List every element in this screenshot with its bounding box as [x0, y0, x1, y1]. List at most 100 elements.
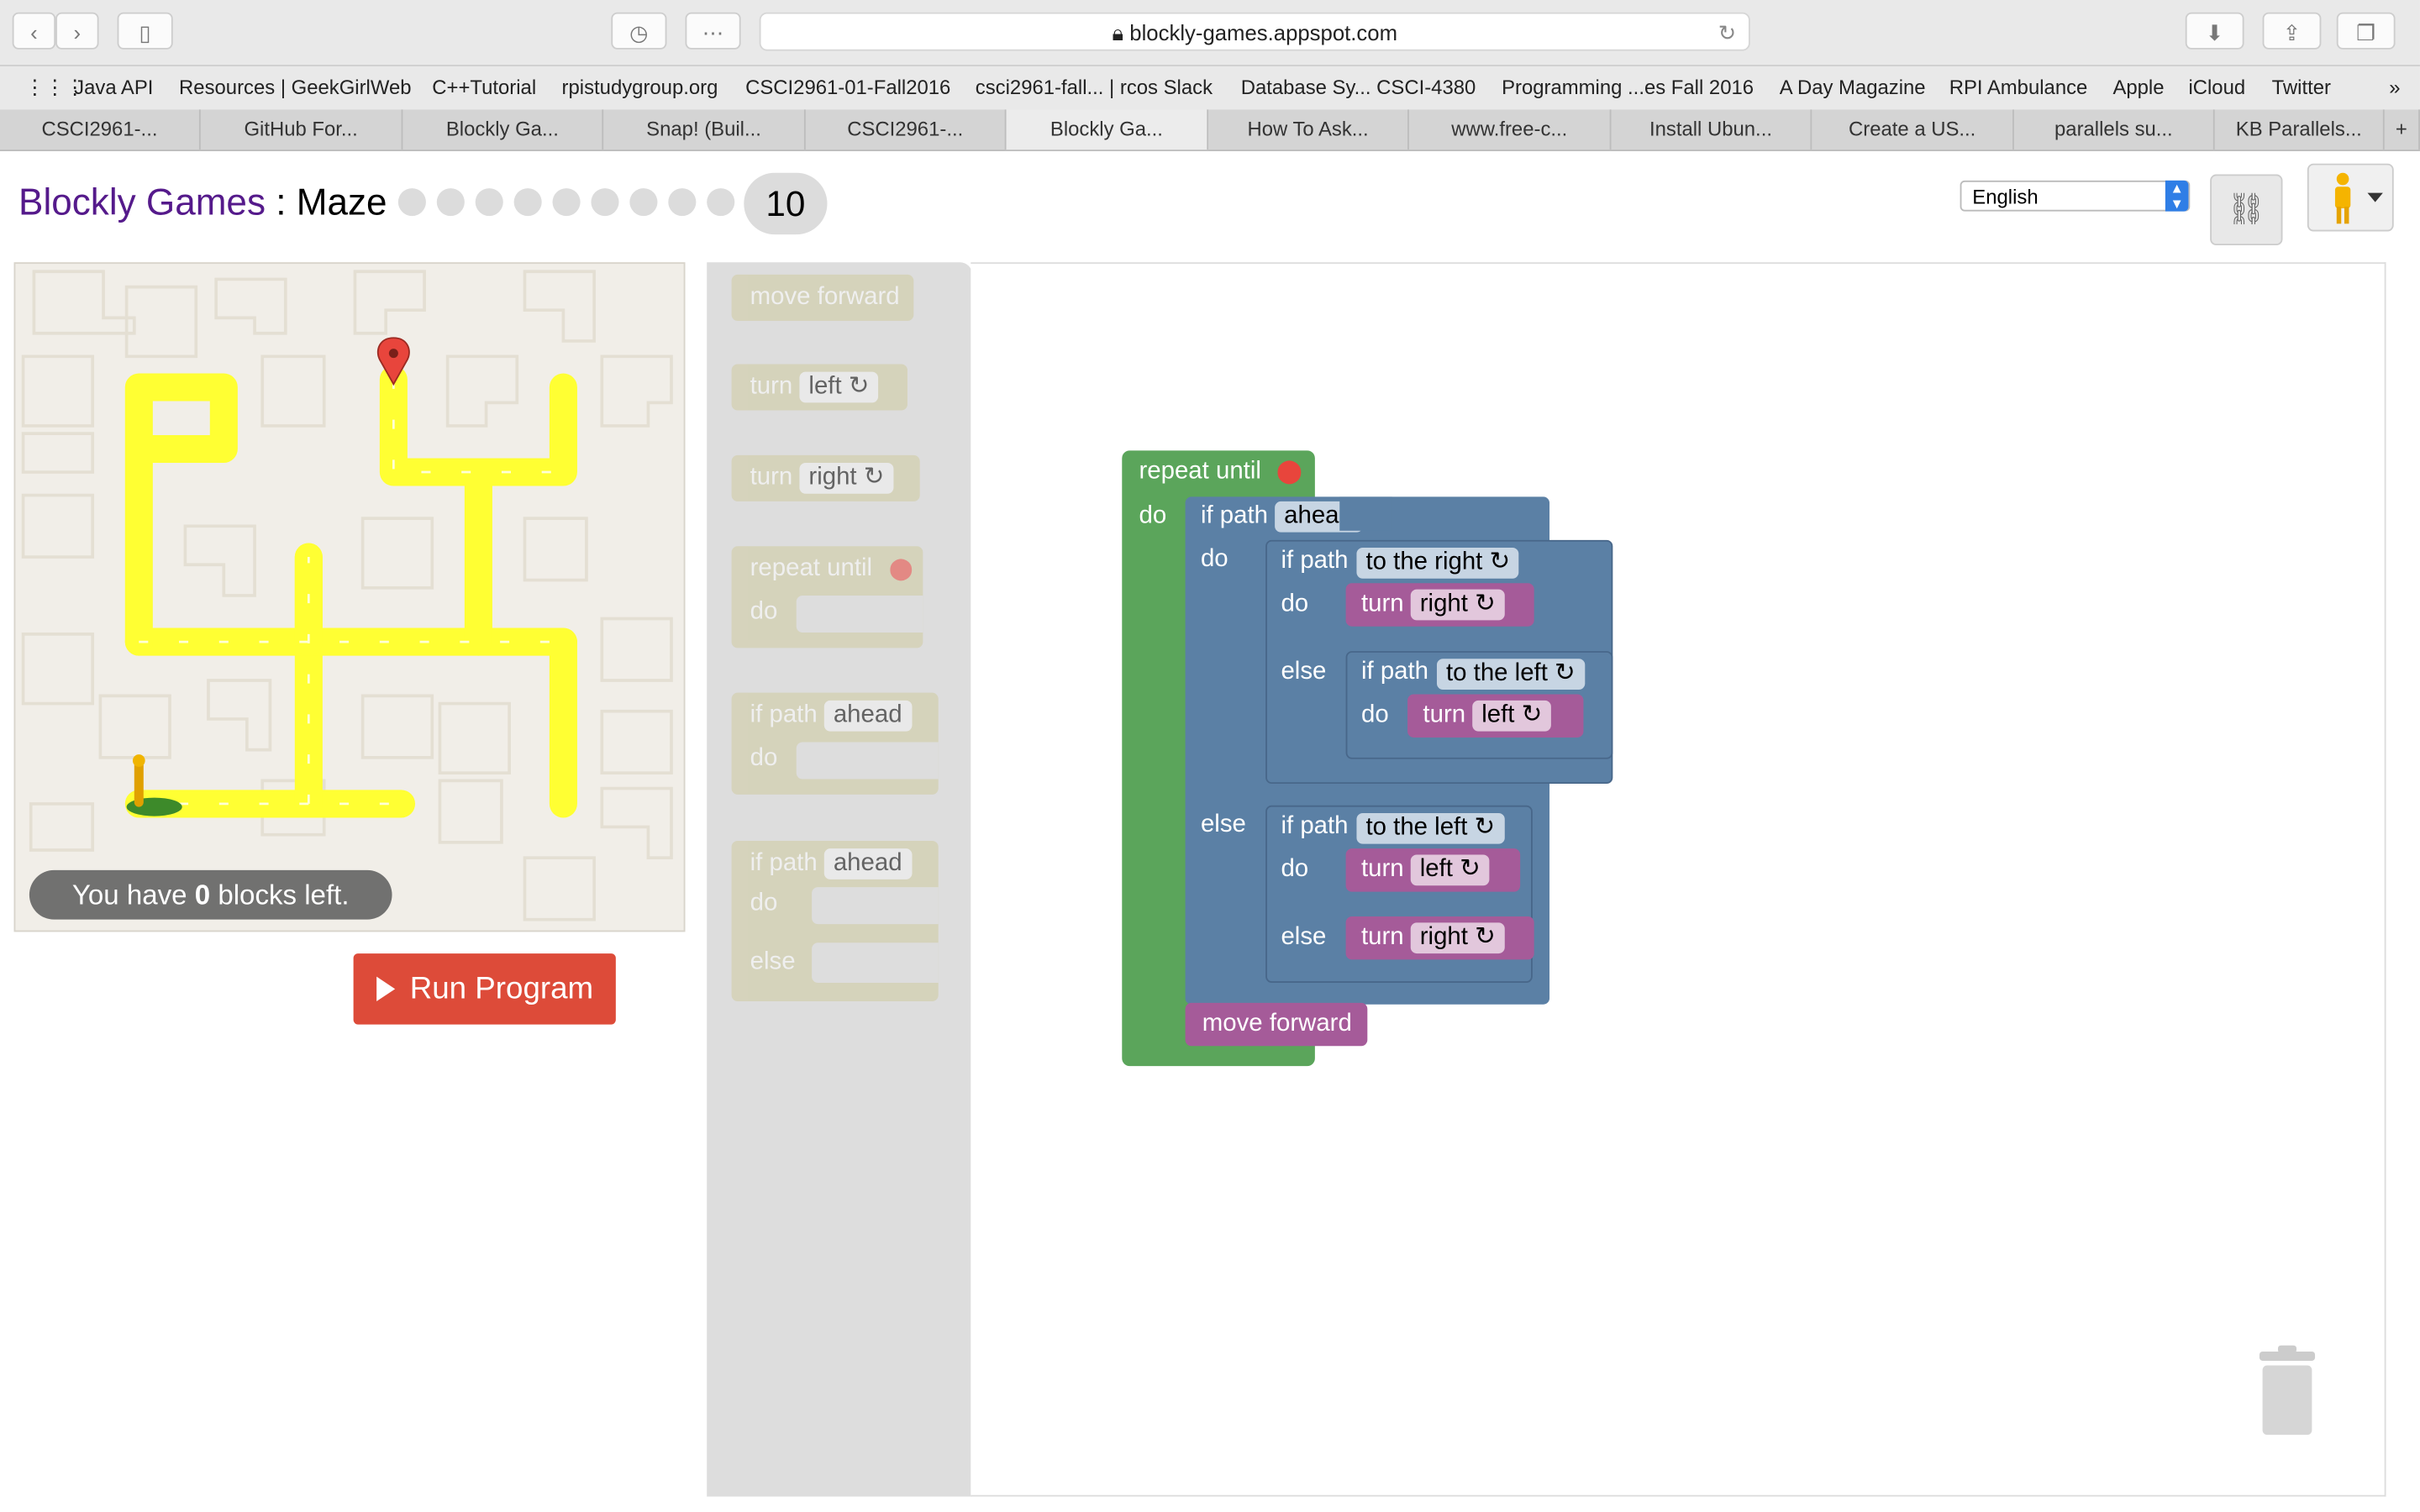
level-dot[interactable] — [552, 188, 581, 217]
bookmark[interactable]: Java API — [74, 76, 153, 99]
path-dropdown[interactable]: to the right ↻ — [1356, 548, 1520, 579]
bookmark[interactable]: RPI Ambulance — [1949, 76, 2088, 99]
block-label: turn — [1360, 591, 1404, 617]
turn-left-block[interactable]: turn left ↻ — [1345, 848, 1521, 892]
browser-tab[interactable]: parallels su... — [2014, 109, 2215, 150]
move-forward-block[interactable]: move forward — [1185, 1002, 1368, 1047]
tab-bar: CSCI2961-... GitHub For... Blockly Ga...… — [0, 109, 2420, 151]
browser-tab[interactable]: How To Ask... — [1208, 109, 1409, 150]
direction-dropdown[interactable]: right ↻ — [1410, 922, 1505, 954]
goal-marker-icon: ⬤ — [1276, 458, 1302, 485]
level-dot[interactable] — [707, 188, 735, 217]
share-icon[interactable]: ⇪ — [2262, 12, 2322, 50]
address-bar[interactable]: 🔒︎ blockly-games.appspot.com ↻ — [759, 12, 1750, 51]
block-label: do — [1360, 701, 1389, 728]
level-dot[interactable] — [591, 188, 619, 217]
browser-tab[interactable]: GitHub For... — [201, 109, 403, 150]
block-label: else — [1200, 811, 1246, 838]
level-dot[interactable] — [629, 188, 658, 217]
browser-tab[interactable]: CSCI2961-... — [0, 109, 201, 150]
bookmark[interactable]: rpistudygroup.org — [562, 76, 718, 99]
brand-link[interactable]: Blockly Games — [18, 182, 266, 224]
history-icon[interactable]: ◷ — [611, 12, 667, 50]
block-label: turn — [1423, 701, 1466, 728]
level-dot[interactable] — [475, 188, 503, 217]
bookmark[interactable]: iCloud — [2188, 76, 2245, 99]
path-dropdown[interactable]: ahead — [823, 700, 912, 732]
block-label: if path — [750, 850, 818, 877]
path-dropdown[interactable]: to the left ↻ — [1436, 659, 1585, 690]
block-header-fill — [1339, 496, 1392, 531]
bookmark[interactable]: csci2961-fall... | rcos Slack — [976, 76, 1213, 99]
turn-left-block[interactable]: turn left ↻ — [1407, 694, 1584, 738]
bookmark[interactable]: C++Tutorial — [432, 76, 536, 99]
run-program-button[interactable]: Run Program — [353, 953, 616, 1025]
game-name: Maze — [296, 181, 387, 224]
bookmark[interactable]: Twitter — [2272, 76, 2331, 99]
new-tab-button[interactable]: + — [2385, 109, 2420, 150]
block-label: do — [1139, 502, 1167, 529]
link-button[interactable]: ⛓ — [2210, 174, 2283, 246]
language-value: English — [1972, 185, 2039, 208]
bookmark[interactable]: A Day Magazine — [1780, 76, 1926, 99]
browser-tab-active[interactable]: Blockly Ga... — [1006, 109, 1209, 150]
pegman-icon — [2334, 172, 2383, 224]
sidebar-toggle-button[interactable]: ▯ — [117, 12, 173, 50]
toolbox-turn-right-block[interactable]: turn right ↻ — [731, 454, 920, 501]
trash-can-icon[interactable] — [2254, 1345, 2322, 1438]
browser-tab[interactable]: Snap! (Buil... — [603, 109, 806, 150]
bookmark[interactable]: Apple — [2112, 76, 2164, 99]
browser-tab[interactable]: Blockly Ga... — [402, 109, 604, 150]
level-dot[interactable] — [397, 188, 426, 217]
statement-slot — [796, 742, 939, 780]
pegman-start-icon — [126, 754, 182, 816]
reload-icon[interactable]: ↻ — [1718, 14, 1737, 51]
browser-tab[interactable]: CSCI2961-... — [806, 109, 1007, 150]
bookmark[interactable]: Resources | GeekGirlWeb — [179, 76, 411, 99]
toolbox-repeat-until-block[interactable]: repeat until ⬤ do — [731, 546, 923, 648]
tabs-overview-icon[interactable]: ❐ — [2336, 12, 2396, 50]
block-label: do — [1281, 856, 1309, 883]
bookmark[interactable]: CSCI2961-01-Fall2016 — [745, 76, 950, 99]
back-button[interactable]: ‹ — [12, 12, 56, 50]
forward-button[interactable]: › — [55, 12, 99, 50]
direction-dropdown[interactable]: left ↻ — [799, 371, 879, 403]
browser-tab[interactable]: KB Parallels... — [2215, 109, 2385, 150]
toolbox-if-path-block[interactable]: if path ahead do — [731, 692, 939, 795]
language-select[interactable]: English ▲ ▼ — [1960, 180, 2191, 212]
level-dot[interactable] — [436, 188, 465, 217]
level-dot[interactable] — [513, 188, 542, 217]
goal-marker-icon: ⬤ — [888, 555, 913, 580]
direction-dropdown[interactable]: right ↻ — [1410, 589, 1505, 621]
bookmark[interactable]: Programming ...es Fall 2016 — [1502, 76, 1754, 99]
statement-slot — [812, 942, 939, 983]
toolbox-if-else-path-block[interactable]: if path ahead do else — [731, 841, 939, 1002]
turn-right-block[interactable]: turn right ↻ — [1345, 916, 1534, 960]
toolbox-turn-left-block[interactable]: turn left ↻ — [731, 364, 908, 411]
toolbox-move-forward-block[interactable]: move forward — [731, 274, 914, 322]
statement-slot — [796, 595, 923, 633]
browser-tab[interactable]: Install Ubun... — [1612, 109, 1812, 150]
browser-toolbar: ‹ › ▯ ◷ ⋯ 🔒︎ blockly-games.appspot.com ↻ … — [0, 0, 2420, 66]
direction-dropdown[interactable]: left ↻ — [1472, 700, 1552, 732]
grid-icon[interactable]: ⋯ — [685, 12, 741, 50]
block-label: if path — [750, 701, 818, 728]
direction-dropdown[interactable]: left ↻ — [1410, 854, 1490, 886]
notice-suffix: blocks left. — [210, 879, 350, 911]
blocks-left-count: 0 — [194, 879, 211, 911]
notice-prefix: You have — [71, 879, 195, 911]
level-dot[interactable] — [668, 188, 697, 217]
current-level-badge[interactable]: 10 — [744, 172, 828, 235]
turn-right-block[interactable]: turn right ↻ — [1345, 583, 1534, 627]
block-label: turn — [1360, 856, 1404, 883]
direction-dropdown[interactable]: right ↻ — [799, 463, 894, 494]
bookmark[interactable]: Database Sy... CSCI-4380 — [1241, 76, 1476, 99]
browser-tab[interactable]: www.free-c... — [1409, 109, 1612, 150]
downloads-icon[interactable]: ⬇ — [2185, 12, 2244, 50]
path-dropdown[interactable]: to the left ↻ — [1356, 812, 1505, 844]
block-label: if path — [1281, 812, 1349, 840]
pegman-menu-button[interactable] — [2307, 163, 2394, 232]
browser-tab[interactable]: Create a US... — [1812, 109, 2014, 150]
path-dropdown[interactable]: ahead — [823, 848, 912, 879]
more-bookmarks-icon[interactable]: » — [2389, 76, 2400, 99]
